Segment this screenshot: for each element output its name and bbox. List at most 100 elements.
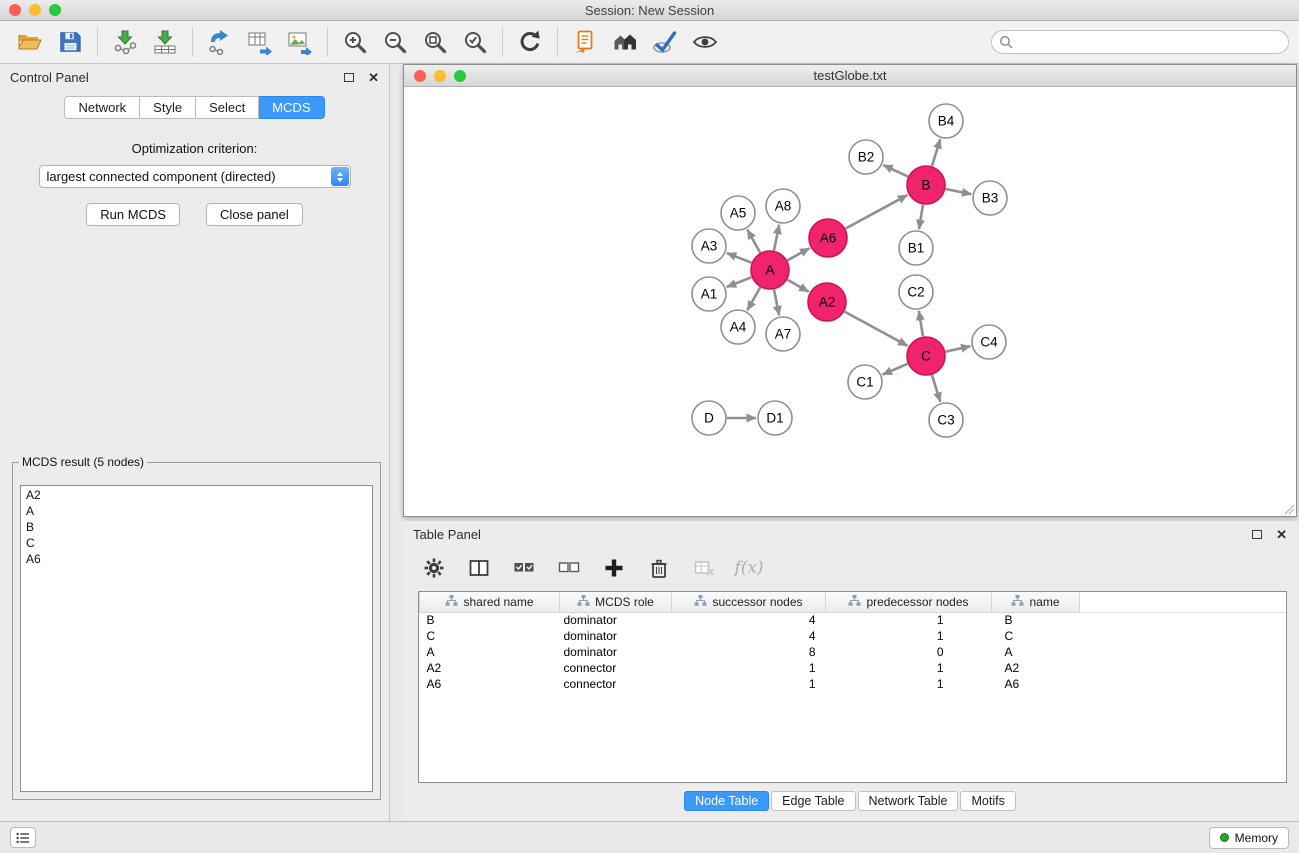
graph-node-A1[interactable]: A1 [692, 277, 726, 311]
graph-edge-B-B3[interactable] [946, 189, 972, 194]
column-header-shared-name[interactable]: shared name [420, 592, 560, 612]
graph-node-B2[interactable]: B2 [849, 140, 883, 174]
graph-node-A[interactable]: A [751, 251, 789, 289]
graph-node-B3[interactable]: B3 [973, 181, 1007, 215]
graph-edge-B-B4[interactable] [932, 139, 940, 166]
table-row[interactable]: Cdominator41C [420, 628, 1287, 644]
graph-edge-A-A6[interactable] [788, 248, 810, 260]
save-session-button[interactable] [50, 23, 90, 61]
graph-edge-A-A3[interactable] [727, 253, 752, 263]
graph-node-A5[interactable]: A5 [721, 196, 755, 230]
table-row[interactable]: A2connector11A2 [420, 660, 1287, 676]
resize-grip-icon[interactable] [1284, 504, 1295, 515]
network-zoom-button[interactable] [454, 70, 466, 82]
birds-eye-button[interactable] [685, 23, 725, 61]
close-table-panel-icon[interactable]: ✕ [1276, 528, 1287, 541]
delete-column-button[interactable] [646, 555, 672, 581]
control-tab-select[interactable]: Select [196, 96, 259, 119]
graph-node-C1[interactable]: C1 [848, 365, 882, 399]
float-panel-icon[interactable] [344, 73, 354, 82]
mcds-result-item[interactable]: A [21, 503, 372, 519]
graph-node-A3[interactable]: A3 [692, 229, 726, 263]
minimize-window-button[interactable] [29, 4, 41, 16]
create-column-button[interactable] [601, 555, 627, 581]
control-tab-style[interactable]: Style [140, 96, 196, 119]
graph-edge-A-A5[interactable] [747, 230, 760, 253]
graph-node-A8[interactable]: A8 [766, 189, 800, 223]
zoom-selected-button[interactable] [455, 23, 495, 61]
import-network-button[interactable] [105, 23, 145, 61]
graph-edge-C-C2[interactable] [919, 311, 923, 336]
combo-stepper-icon[interactable] [331, 167, 349, 186]
optimization-select[interactable]: largest connected component (directed) [39, 165, 351, 188]
open-session-button[interactable] [10, 23, 50, 61]
mcds-result-item[interactable]: A6 [21, 551, 372, 567]
graph-edge-A-A1[interactable] [727, 277, 752, 287]
select-all-button[interactable] [511, 555, 537, 581]
memory-button[interactable]: Memory [1209, 827, 1289, 849]
mcds-result-list[interactable]: A2ABCA6 [20, 485, 373, 792]
graph-edge-A6-B[interactable] [846, 195, 908, 229]
table-tab-node-table[interactable]: Node Table [684, 791, 769, 811]
graph-node-B[interactable]: B [907, 166, 945, 204]
mcds-result-item[interactable]: B [21, 519, 372, 535]
graph-node-B4[interactable]: B4 [929, 104, 963, 138]
float-table-panel-icon[interactable] [1252, 530, 1262, 539]
zoom-out-button[interactable] [375, 23, 415, 61]
graph-edge-C-C3[interactable] [932, 375, 940, 402]
table-row[interactable]: Bdominator41B [420, 612, 1287, 628]
column-header-successor-nodes[interactable]: successor nodes [672, 592, 826, 612]
apply-style-button[interactable] [645, 23, 685, 61]
show-panels-button[interactable] [10, 827, 36, 848]
graph-edge-B-B1[interactable] [919, 205, 923, 229]
network-close-button[interactable] [414, 70, 426, 82]
graph-node-D[interactable]: D [692, 401, 726, 435]
export-network-button[interactable] [200, 23, 240, 61]
graph-node-A7[interactable]: A7 [766, 317, 800, 351]
mcds-result-item[interactable]: C [21, 535, 372, 551]
export-image-button[interactable] [280, 23, 320, 61]
refresh-layout-button[interactable] [510, 23, 550, 61]
graph-node-C3[interactable]: C3 [929, 403, 963, 437]
close-panel-button[interactable]: Close panel [206, 203, 303, 226]
network-graph[interactable]: B4B2BB3B1A5A8A6A3AA1A2C2A4A7C4CC1C3DD1 [404, 88, 1296, 516]
column-header-predecessor-nodes[interactable]: predecessor nodes [826, 592, 992, 612]
export-table-button[interactable] [240, 23, 280, 61]
first-neighbors-button[interactable] [565, 23, 605, 61]
column-header-MCDS-role[interactable]: MCDS role [560, 592, 672, 612]
function-builder-button[interactable]: f(x) [736, 555, 762, 581]
network-window-titlebar[interactable]: testGlobe.txt [404, 65, 1296, 87]
graph-edge-A-A2[interactable] [787, 280, 808, 292]
graph-edge-B-B2[interactable] [883, 165, 908, 177]
show-column-button[interactable] [466, 555, 492, 581]
graph-node-C2[interactable]: C2 [899, 275, 933, 309]
graph-edge-A2-C[interactable] [845, 312, 908, 346]
graph-edge-C-C4[interactable] [946, 346, 971, 352]
table-row[interactable]: A6connector11A6 [420, 676, 1287, 692]
graph-node-C4[interactable]: C4 [972, 325, 1006, 359]
graph-node-A4[interactable]: A4 [721, 310, 755, 344]
zoom-window-button[interactable] [49, 4, 61, 16]
network-canvas[interactable]: B4B2BB3B1A5A8A6A3AA1A2C2A4A7C4CC1C3DD1 [404, 88, 1296, 516]
table-tab-network-table[interactable]: Network Table [858, 791, 959, 811]
graphics-details-button[interactable] [605, 23, 645, 61]
control-tab-network[interactable]: Network [64, 96, 140, 119]
close-window-button[interactable] [9, 4, 21, 16]
deselect-all-button[interactable] [556, 555, 582, 581]
graph-edge-A-A8[interactable] [774, 225, 779, 251]
table-row[interactable]: Adominator80A [420, 644, 1287, 660]
graph-edge-A-A7[interactable] [774, 290, 779, 316]
close-panel-icon[interactable]: ✕ [368, 71, 379, 84]
column-header-name[interactable]: name [992, 592, 1080, 612]
network-minimize-button[interactable] [434, 70, 446, 82]
table-tab-edge-table[interactable]: Edge Table [771, 791, 855, 811]
table-tab-motifs[interactable]: Motifs [960, 791, 1015, 811]
search-input[interactable] [991, 30, 1289, 54]
graph-node-A2[interactable]: A2 [808, 283, 846, 321]
node-table[interactable]: shared nameMCDS rolesuccessor nodesprede… [419, 592, 1286, 692]
graph-node-B1[interactable]: B1 [899, 231, 933, 265]
import-table-button[interactable] [145, 23, 185, 61]
zoom-fit-button[interactable] [415, 23, 455, 61]
zoom-in-button[interactable] [335, 23, 375, 61]
graph-node-D1[interactable]: D1 [758, 401, 792, 435]
